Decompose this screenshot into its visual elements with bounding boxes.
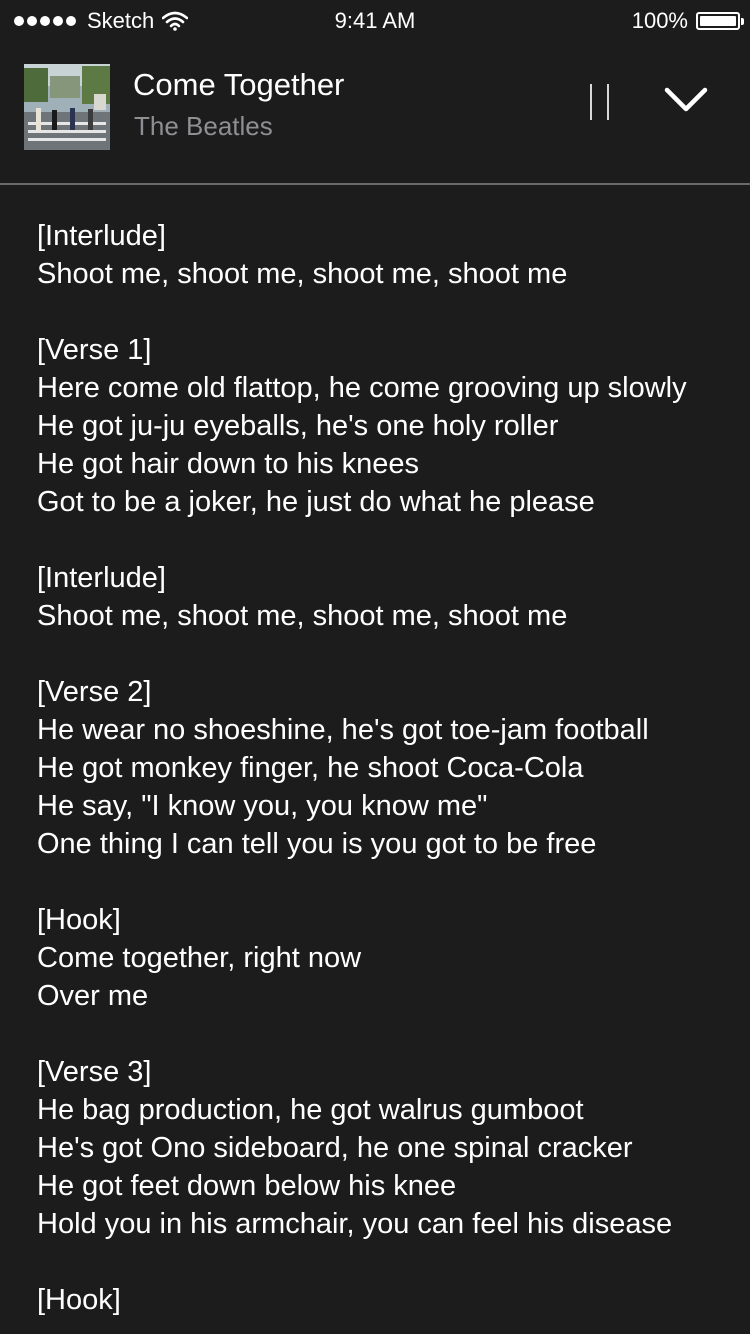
now-playing-header: Come Together The Beatles xyxy=(0,40,750,185)
status-right: 100% xyxy=(631,8,744,34)
lyric-section: [Hook] Come together, right now Over me xyxy=(37,901,727,1015)
lyric-section-heading: [Hook] xyxy=(37,1284,121,1316)
lyric-line: He say, "I know you, you know me" xyxy=(37,790,488,822)
lyric-line: He got feet down below his knee xyxy=(37,1170,457,1202)
lyric-line: Come together, right now xyxy=(37,942,362,974)
chevron-down-icon xyxy=(664,87,708,112)
track-title: Come Together xyxy=(133,67,345,102)
lyric-line: He wear no shoeshine, he's got toe-jam f… xyxy=(37,714,649,746)
lyric-line: He got hair down to his knees xyxy=(37,448,420,480)
lyric-section-heading: [Verse 2] xyxy=(37,676,152,708)
lyric-line: He's got Ono sideboard, he one spinal cr… xyxy=(37,1132,633,1164)
pause-button[interactable] xyxy=(580,80,620,124)
lyric-line: He got monkey finger, he shoot Coca-Cola xyxy=(37,752,584,784)
lyric-section: [Verse 3] He bag production, he got walru… xyxy=(37,1053,727,1243)
lyric-section: [Verse 2] He wear no shoeshine, he's got … xyxy=(37,673,727,863)
track-artist: The Beatles xyxy=(134,111,273,141)
lyrics-body: [Interlude] Shoot me, shoot me, shoot me,… xyxy=(37,217,727,1334)
lyric-line: Shoot me, shoot me, shoot me, shoot me xyxy=(37,258,568,290)
lyric-section-heading: [Verse 1] xyxy=(37,334,152,366)
album-art xyxy=(24,64,110,150)
lyric-line: Here come old flattop, he come grooving … xyxy=(37,372,687,404)
lyric-section-heading: [Interlude] xyxy=(37,220,166,252)
lyric-line: Over me xyxy=(37,980,149,1012)
lyric-section: [Interlude] Shoot me, shoot me, shoot me,… xyxy=(37,559,727,635)
battery-percentage: 100% xyxy=(631,8,688,33)
lyric-line: He got ju-ju eyeballs, he's one holy rol… xyxy=(37,410,559,442)
lyric-section-heading: [Verse 3] xyxy=(37,1056,152,1088)
lyric-line: He bag production, he got walrus gumboot xyxy=(37,1094,584,1126)
lyric-line: One thing I can tell you is you got to b… xyxy=(37,828,597,860)
lyric-line: Shoot me, shoot me, shoot me, shoot me xyxy=(37,600,568,632)
status-bar: Sketch 9:41 AM 100% xyxy=(0,0,750,40)
lyric-line: Got to be a joker, he just do what he pl… xyxy=(37,486,595,518)
battery-icon xyxy=(696,12,744,30)
lyric-section: [Interlude] Shoot me, shoot me, shoot me,… xyxy=(37,217,727,293)
lyric-section: [Hook] xyxy=(37,1281,727,1319)
lyric-section-heading: [Interlude] xyxy=(37,562,166,594)
collapse-button[interactable] xyxy=(656,76,716,126)
lyric-line: Hold you in his armchair, you can feel h… xyxy=(37,1208,673,1240)
lyric-section: [Verse 1] Here come old flattop, he come … xyxy=(37,331,727,521)
lyric-section-heading: [Hook] xyxy=(37,904,121,936)
